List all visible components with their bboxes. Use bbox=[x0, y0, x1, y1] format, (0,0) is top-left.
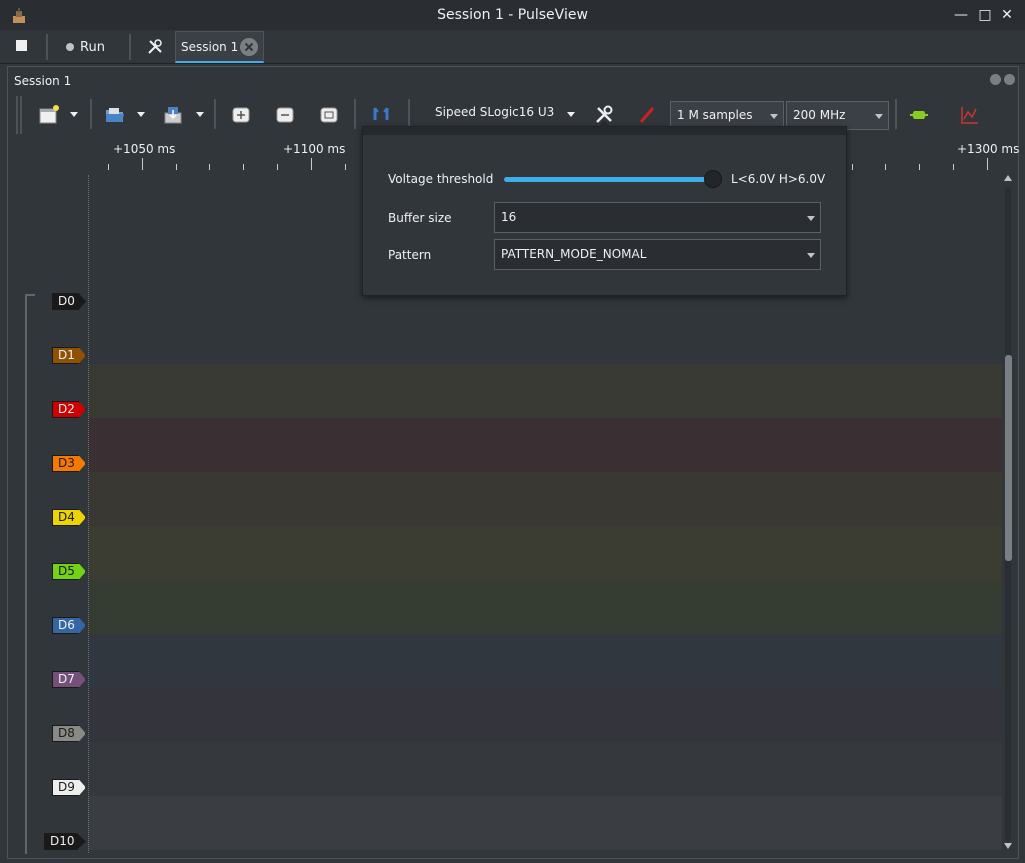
trace-band-d10[interactable] bbox=[88, 850, 1002, 853]
ruler-tick bbox=[175, 164, 177, 170]
ruler-tick bbox=[243, 164, 245, 170]
device-config-popup: Voltage threshold L<6.0V H>6.0V Buffer s… bbox=[362, 121, 847, 296]
open-dropdown-icon[interactable] bbox=[137, 112, 145, 117]
trace-band-d4[interactable] bbox=[88, 526, 1002, 580]
window-title: Session 1 - PulseView bbox=[437, 7, 588, 23]
scroll-up-icon[interactable] bbox=[1004, 175, 1012, 181]
separator bbox=[354, 99, 356, 129]
trace-band-d2[interactable] bbox=[88, 418, 1002, 472]
separator bbox=[129, 34, 131, 60]
ruler-label: +1050 ms bbox=[113, 142, 176, 156]
zoom-fit-icon[interactable] bbox=[318, 104, 340, 126]
trace-band-d1[interactable] bbox=[88, 364, 1002, 418]
new-view-dropdown-icon[interactable] bbox=[70, 112, 78, 117]
trace-band-d5[interactable] bbox=[88, 580, 1002, 634]
pulseview-window: Session 1 - PulseView — □ ✕ Run Session … bbox=[0, 0, 1025, 863]
toolbar-grip[interactable] bbox=[20, 96, 22, 134]
zoom-out-icon[interactable] bbox=[274, 104, 296, 126]
separator bbox=[90, 99, 92, 129]
run-button[interactable]: Run bbox=[66, 38, 105, 56]
stop-icon[interactable] bbox=[16, 40, 27, 51]
pulseview-app-icon[interactable] bbox=[12, 8, 26, 24]
tab-label: Session 1 bbox=[181, 39, 239, 54]
chevron-down-icon bbox=[807, 216, 815, 221]
buffer-size-combo[interactable]: 16 bbox=[494, 202, 821, 233]
scroll-thumb[interactable] bbox=[1005, 355, 1012, 561]
separator bbox=[214, 99, 216, 129]
trace-band-d3[interactable] bbox=[88, 472, 1002, 526]
buffer-size-value: 16 bbox=[501, 210, 517, 224]
voltage-threshold-slider-track[interactable] bbox=[504, 177, 714, 182]
trace-band-d8[interactable] bbox=[88, 742, 1002, 796]
run-indicator-icon bbox=[66, 43, 74, 51]
minimize-button[interactable]: — bbox=[953, 7, 969, 23]
samplerate-value: 200 MHz bbox=[793, 108, 846, 122]
save-dropdown-icon[interactable] bbox=[196, 112, 204, 117]
samples-value: 1 M samples bbox=[677, 108, 753, 122]
device-selector[interactable]: Sipeed SLogic16 U3 bbox=[435, 105, 554, 119]
probe-icon[interactable] bbox=[637, 104, 659, 126]
ruler-tick bbox=[344, 164, 346, 170]
device-dropdown-icon[interactable] bbox=[567, 112, 575, 117]
cursor-icon[interactable] bbox=[370, 104, 392, 126]
ruler-tick bbox=[851, 164, 853, 170]
ruler-tick bbox=[310, 158, 312, 170]
ruler-tick bbox=[953, 164, 954, 170]
ruler-label: +1300 ms bbox=[957, 142, 1020, 156]
separator bbox=[46, 34, 48, 60]
pattern-combo[interactable]: PATTERN_MODE_NOMAL bbox=[494, 239, 821, 270]
ruler-tick bbox=[141, 158, 143, 170]
dock-float-button[interactable] bbox=[990, 74, 1001, 85]
voltage-threshold-label: Voltage threshold bbox=[388, 172, 494, 186]
ruler-tick bbox=[209, 164, 211, 170]
tab-session-1[interactable]: Session 1 bbox=[175, 31, 264, 63]
pattern-value: PATTERN_MODE_NOMAL bbox=[501, 247, 647, 261]
chevron-down-icon bbox=[875, 114, 883, 119]
trace-band-d6[interactable] bbox=[88, 634, 1002, 688]
ruler-tick bbox=[986, 158, 988, 170]
new-view-icon[interactable] bbox=[38, 104, 60, 126]
add-math-icon[interactable] bbox=[958, 104, 980, 126]
open-file-icon[interactable] bbox=[104, 104, 126, 126]
ruler-tick bbox=[919, 164, 921, 170]
pattern-label: Pattern bbox=[388, 248, 432, 262]
ruler-tick bbox=[885, 164, 887, 170]
ruler-tick bbox=[277, 164, 278, 170]
save-file-icon[interactable] bbox=[162, 104, 184, 126]
session-title: Session 1 bbox=[14, 74, 72, 88]
popup-header-strip bbox=[363, 127, 846, 135]
vertical-scrollbar[interactable] bbox=[1002, 175, 1014, 853]
zoom-in-icon[interactable] bbox=[230, 104, 252, 126]
voltage-threshold-slider-handle[interactable] bbox=[704, 170, 722, 188]
toolbar-grip[interactable] bbox=[16, 96, 18, 134]
ruler-label: +1100 ms bbox=[283, 142, 346, 156]
main-tab-bar: Run Session 1 bbox=[0, 30, 1025, 64]
trace-band-d0[interactable] bbox=[88, 310, 1002, 364]
separator bbox=[895, 99, 897, 129]
header-divider bbox=[88, 175, 89, 853]
trace-band-d9[interactable] bbox=[88, 796, 1002, 850]
channel-group-bracket[interactable] bbox=[25, 294, 35, 854]
maximize-button[interactable]: □ bbox=[977, 7, 993, 23]
separator bbox=[408, 99, 410, 129]
tools-icon[interactable] bbox=[146, 38, 164, 56]
title-bar: Session 1 - PulseView — □ ✕ bbox=[0, 0, 1025, 30]
voltage-threshold-value: L<6.0V H>6.0V bbox=[731, 172, 826, 186]
ruler-tick bbox=[108, 164, 109, 170]
trace-band-d7[interactable] bbox=[88, 688, 1002, 742]
close-tab-icon[interactable] bbox=[240, 38, 258, 56]
run-label: Run bbox=[80, 39, 105, 55]
close-button[interactable]: ✕ bbox=[999, 7, 1015, 23]
chevron-down-icon bbox=[807, 253, 815, 258]
scroll-down-icon[interactable] bbox=[1004, 843, 1012, 849]
chevron-down-icon bbox=[770, 114, 778, 119]
dock-close-button[interactable] bbox=[1004, 74, 1015, 85]
buffer-size-label: Buffer size bbox=[388, 211, 452, 225]
add-decoder-icon[interactable] bbox=[908, 104, 930, 126]
